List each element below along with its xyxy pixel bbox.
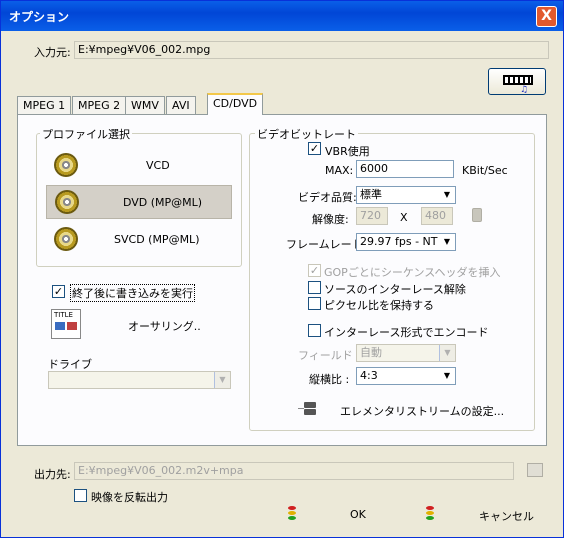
tab-cddvd[interactable]: CD/DVD [207, 93, 264, 115]
note-icon: ♫ [520, 85, 529, 95]
input-path-field[interactable]: E:¥mpeg¥V06_002.mpg [74, 41, 549, 59]
bitrate-unit: KBit/Sec [462, 164, 508, 177]
elementary-stream-button[interactable]: エレメンタリストリームの設定... [340, 403, 504, 419]
stream-icon-part [304, 409, 316, 415]
mirror-checkbox[interactable] [74, 489, 87, 502]
light-red [426, 506, 434, 510]
stream-icon[interactable] [298, 402, 316, 416]
profile-item-label: DVD (MP@ML) [123, 196, 203, 209]
gop-checkbox[interactable]: ✓ [308, 264, 321, 277]
film-button[interactable]: ♫ [488, 68, 546, 95]
film-icon [503, 75, 533, 85]
deinterlace-checkbox[interactable] [308, 281, 321, 294]
deinterlace-label: ソースのインターレース解除 [324, 283, 466, 296]
drive-select[interactable]: ▼ [48, 371, 231, 389]
resolution-x: X [400, 211, 408, 224]
framerate-select[interactable]: 29.97 fps - NT ▼ [356, 233, 456, 251]
light-yellow [426, 511, 434, 515]
field-select[interactable]: 自動 ▼ [356, 344, 456, 362]
max-bitrate-input[interactable]: 6000 [356, 160, 454, 178]
authoring-icon[interactable]: TITLE [51, 309, 81, 339]
light-yellow [288, 511, 296, 515]
folder-icon[interactable] [527, 463, 543, 477]
framerate-value: 29.97 fps - NT [360, 235, 438, 248]
close-button[interactable]: X [536, 6, 557, 27]
chevron-down-icon: ▼ [439, 234, 455, 250]
profile-item-vcd[interactable]: VCD [46, 149, 232, 181]
dvd-icon [55, 190, 79, 214]
profile-item-svcd[interactable]: SVCD (MP@ML) [46, 223, 232, 255]
thumb [67, 322, 77, 330]
burn-label: 終了後に書き込みを実行 [70, 284, 195, 302]
drive-label: ドライブ [48, 358, 92, 371]
cd-icon [54, 153, 78, 177]
gop-label: GOPごとにシーケンスヘッダを挿入 [324, 266, 501, 279]
pixel-ratio-checkbox[interactable] [308, 297, 321, 310]
quality-label: ビデオ品質: [298, 191, 357, 204]
tab-avi[interactable]: AVI [166, 96, 196, 114]
resolution-height[interactable]: 480 [421, 207, 453, 225]
profile-item-label: SVCD (MP@ML) [114, 233, 200, 246]
interlace-label: インターレース形式でエンコード [324, 326, 489, 339]
interlace-checkbox[interactable] [308, 324, 321, 337]
cd-icon [54, 227, 78, 251]
aspect-label: 縦横比 : [309, 373, 350, 386]
light-green [288, 516, 296, 520]
field-label: フィールド : [298, 349, 360, 362]
thumb [55, 322, 65, 330]
window-title: オプション [9, 10, 70, 24]
output-path-field[interactable]: E:¥mpeg¥V06_002.m2v+mpa [74, 462, 514, 480]
vbr-label: VBR使用 [325, 145, 370, 158]
tab-mpeg2[interactable]: MPEG 2 [72, 96, 127, 114]
tab-wmv[interactable]: WMV [125, 96, 165, 114]
traffic-light-icon [285, 506, 299, 522]
authoring-label[interactable]: オーサリング.. [128, 318, 201, 334]
cancel-label: キャンセル [479, 510, 534, 523]
output-label: 出力先: [34, 468, 71, 481]
ok-label: OK [350, 508, 366, 521]
input-label: 入力元: [34, 46, 71, 59]
bitrate-group-label: ビデオビットレート [255, 126, 358, 142]
quality-select[interactable]: 標準 ▼ [356, 186, 456, 204]
light-green [426, 516, 434, 520]
mirror-label: 映像を反転出力 [91, 491, 168, 504]
title-bar: オプション X [1, 1, 563, 31]
resolution-label: 解像度: [312, 213, 349, 226]
light-red [288, 506, 296, 510]
field-value: 自動 [360, 346, 382, 359]
ok-button[interactable]: OK [277, 503, 382, 525]
quality-value: 標準 [360, 188, 382, 201]
tab-mpeg1[interactable]: MPEG 1 [17, 96, 72, 114]
chevron-down-icon: ▼ [214, 372, 230, 388]
traffic-light-icon [423, 506, 437, 522]
aspect-value: 4:3 [360, 369, 378, 382]
options-window: オプション X 入力元: E:¥mpeg¥V06_002.mpg ♫ MPEG … [0, 0, 564, 538]
stream-icon-part [298, 408, 304, 409]
profile-item-label: VCD [146, 159, 170, 172]
vbr-checkbox[interactable]: ✓ [308, 142, 321, 155]
lock-icon[interactable] [472, 208, 482, 222]
aspect-select[interactable]: 4:3 ▼ [356, 367, 456, 385]
cancel-button[interactable]: キャンセル [415, 503, 535, 525]
burn-checkbox[interactable]: ✓ [52, 285, 65, 298]
authoring-icon-text: TITLE [54, 311, 73, 319]
resolution-width[interactable]: 720 [356, 207, 388, 225]
profile-group-label: プロファイル選択 [40, 126, 132, 142]
chevron-down-icon: ▼ [439, 345, 455, 361]
profile-item-dvd[interactable]: DVD (MP@ML) [46, 185, 232, 219]
tab-panel: プロファイル選択 VCD DVD (MP@ML) SVCD (MP@ML) ✓ … [17, 114, 547, 446]
max-label: MAX: [325, 164, 354, 177]
chevron-down-icon: ▼ [439, 368, 455, 384]
pixel-ratio-label: ピクセル比を保持する [324, 299, 434, 312]
chevron-down-icon: ▼ [439, 187, 455, 203]
stream-icon-part [304, 402, 316, 408]
framerate-label: フレームレート: [286, 238, 367, 251]
